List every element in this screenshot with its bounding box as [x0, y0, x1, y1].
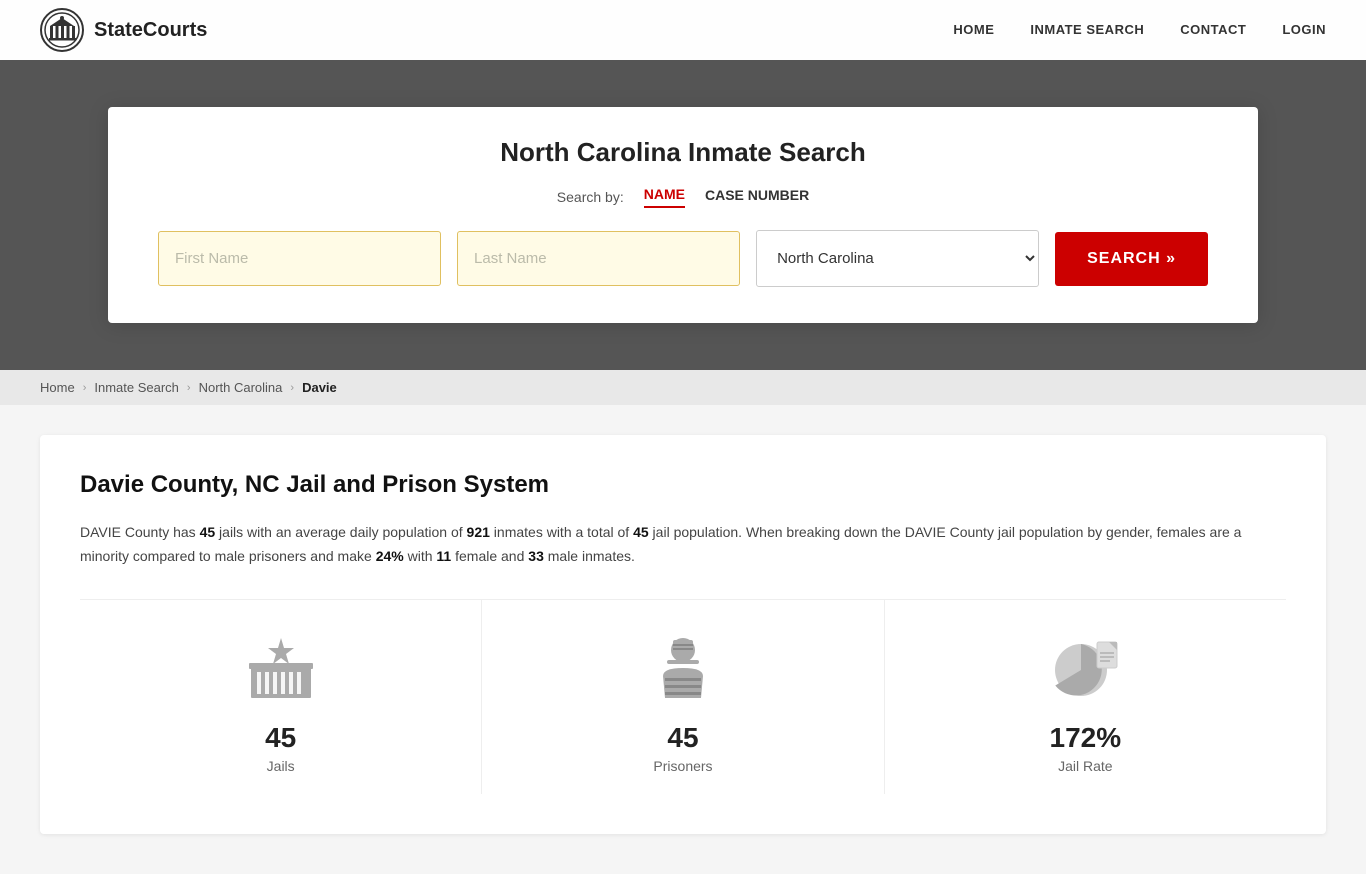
- search-card-title: North Carolina Inmate Search: [158, 137, 1208, 168]
- stat-prisoners: 45 Prisoners: [482, 600, 884, 794]
- prisoners-icon: [643, 628, 723, 708]
- main-content: Davie County, NC Jail and Prison System …: [0, 405, 1366, 874]
- desc-part6: female and: [451, 548, 528, 564]
- breadcrumb-chevron-2: ›: [187, 382, 191, 394]
- desc-female-count: 11: [436, 548, 451, 564]
- tab-name[interactable]: NAME: [644, 186, 685, 208]
- breadcrumb: Home › Inmate Search › North Carolina › …: [0, 370, 1366, 405]
- stat-jail-rate-label: Jail Rate: [1058, 758, 1112, 774]
- breadcrumb-home[interactable]: Home: [40, 380, 75, 395]
- desc-female-pct: 24%: [376, 548, 404, 564]
- desc-part3: inmates with a total of: [490, 524, 633, 540]
- logo-icon: [40, 8, 84, 52]
- nav-home[interactable]: HOME: [953, 22, 994, 37]
- nav-inmate-search[interactable]: INMATE SEARCH: [1030, 22, 1144, 37]
- search-button[interactable]: SEARCH »: [1055, 232, 1208, 286]
- stat-prisoners-label: Prisoners: [653, 758, 712, 774]
- desc-part5: with: [404, 548, 437, 564]
- content-card: Davie County, NC Jail and Prison System …: [40, 435, 1326, 834]
- hero-section: COURTHOUSE North Carolina Inmate Search …: [0, 60, 1366, 370]
- main-nav: HOME INMATE SEARCH CONTACT LOGIN: [953, 21, 1326, 39]
- nav-contact[interactable]: CONTACT: [1180, 22, 1246, 37]
- search-by-row: Search by: NAME CASE NUMBER: [158, 186, 1208, 208]
- stat-jails: 45 Jails: [80, 600, 482, 794]
- stat-jail-rate-number: 172%: [1050, 722, 1122, 754]
- search-by-label: Search by:: [557, 189, 624, 205]
- nav-login[interactable]: LOGIN: [1282, 22, 1326, 37]
- breadcrumb-state[interactable]: North Carolina: [199, 380, 283, 395]
- first-name-input[interactable]: [158, 231, 441, 286]
- stat-jail-rate: 172% Jail Rate: [885, 600, 1286, 794]
- logo[interactable]: StateCourts: [40, 8, 207, 52]
- stat-jails-number: 45: [265, 722, 296, 754]
- desc-part7: male inmates.: [544, 548, 635, 564]
- desc-part2: jails with an average daily population o…: [215, 524, 466, 540]
- desc-pop-count: 921: [467, 524, 490, 540]
- jails-icon: [241, 628, 321, 708]
- breadcrumb-inmate-search[interactable]: Inmate Search: [94, 380, 179, 395]
- desc-jails-count: 45: [200, 524, 216, 540]
- desc-male-count: 33: [528, 548, 544, 564]
- section-title: Davie County, NC Jail and Prison System: [80, 471, 1286, 499]
- stat-jails-label: Jails: [267, 758, 295, 774]
- header: StateCourts HOME INMATE SEARCH CONTACT L…: [0, 0, 1366, 60]
- search-inputs-row: North Carolina Alabama Alaska Arizona Ca…: [158, 230, 1208, 287]
- jail-rate-icon: [1045, 628, 1125, 708]
- search-card: North Carolina Inmate Search Search by: …: [108, 107, 1258, 323]
- last-name-input[interactable]: [457, 231, 740, 286]
- desc-part1: DAVIE County has: [80, 524, 200, 540]
- stats-row: 45 Jails: [80, 599, 1286, 794]
- logo-text: StateCourts: [94, 19, 207, 42]
- state-select[interactable]: North Carolina Alabama Alaska Arizona Ca…: [756, 230, 1039, 287]
- breadcrumb-current: Davie: [302, 380, 337, 395]
- breadcrumb-chevron-3: ›: [290, 382, 294, 394]
- description-text: DAVIE County has 45 jails with an averag…: [80, 521, 1286, 569]
- breadcrumb-chevron-1: ›: [83, 382, 87, 394]
- desc-total-jails: 45: [633, 524, 649, 540]
- tab-case-number[interactable]: CASE NUMBER: [705, 187, 809, 207]
- stat-prisoners-number: 45: [667, 722, 698, 754]
